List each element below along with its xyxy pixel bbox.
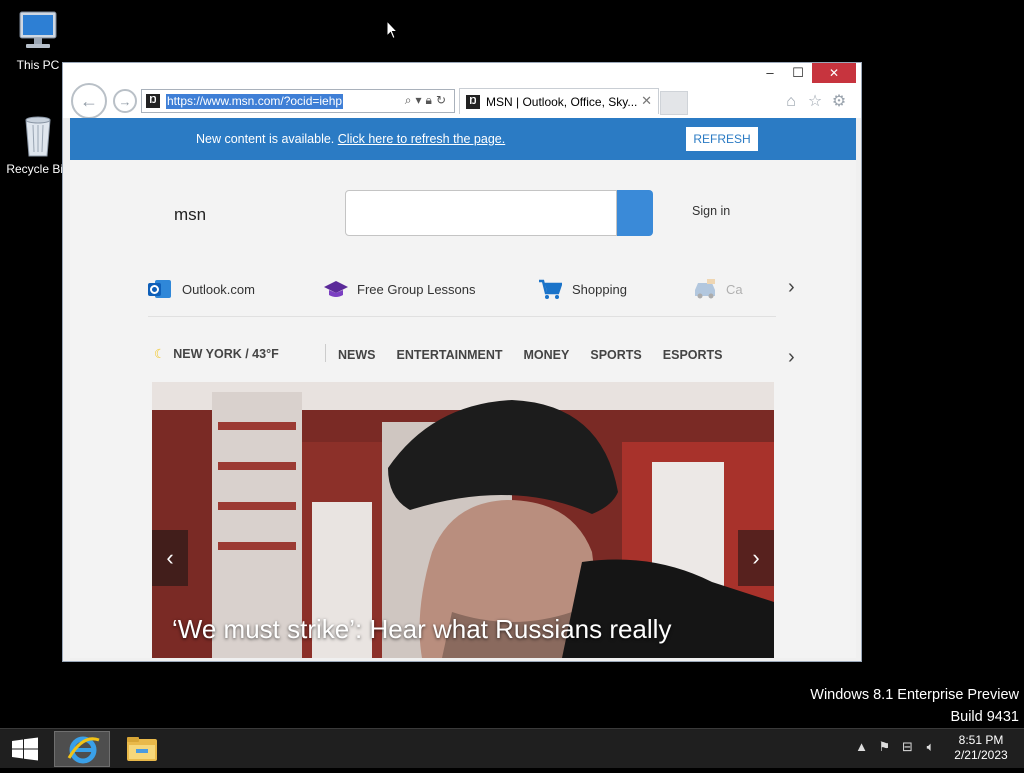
- sign-in-link[interactable]: Sign in: [692, 204, 730, 218]
- quick-link-label: Shopping: [572, 281, 627, 297]
- forward-arrow-icon: →: [118, 93, 132, 109]
- carousel-next-button[interactable]: ›: [738, 530, 774, 586]
- notification-message: New content is available. Click here to …: [196, 132, 505, 146]
- windows-logo-icon: [12, 737, 38, 761]
- address-bar-tools: ⌕▾🔒︎↻: [405, 93, 450, 108]
- action-center-flag-icon[interactable]: ⚑: [873, 739, 896, 755]
- refresh-button[interactable]: REFRESH: [686, 127, 758, 151]
- desktop: This PC Recycle Bin – ☐ ✕ ← → Ŋ https://…: [0, 0, 1024, 728]
- start-button[interactable]: [11, 737, 39, 761]
- watermark-edition: Windows 8.1 Enterprise Preview: [810, 687, 1019, 703]
- quick-link-cars[interactable]: Ca: [692, 278, 743, 300]
- internet-explorer-icon: [67, 736, 100, 764]
- forward-button[interactable]: →: [113, 89, 137, 113]
- search-input[interactable]: [345, 190, 617, 236]
- close-window-button[interactable]: ✕: [812, 63, 856, 83]
- taskbar-file-explorer[interactable]: [114, 731, 170, 767]
- category-esports[interactable]: ESPORTS: [663, 348, 723, 362]
- hero-caption[interactable]: ‘We must strike’: Hear what Russians rea…: [172, 614, 671, 645]
- outlook-icon: [148, 278, 172, 300]
- tab-title: MSN | Outlook, Office, Sky...: [486, 95, 638, 109]
- carousel-prev-button[interactable]: ‹: [152, 530, 188, 586]
- settings-gear-icon[interactable]: ⚙: [827, 91, 851, 111]
- quick-link-outlook[interactable]: Outlook.com: [148, 278, 255, 300]
- category-next-icon[interactable]: ›: [788, 346, 795, 369]
- back-button[interactable]: ←: [71, 83, 107, 119]
- address-url[interactable]: https://www.msn.com/?ocid=iehp: [166, 94, 344, 109]
- close-icon: ✕: [828, 66, 840, 80]
- navigation-bar: ← → Ŋ https://www.msn.com/?ocid=iehp ⌕▾🔒…: [63, 83, 861, 119]
- folder-icon: [127, 737, 157, 761]
- weather-text: NEW YORK / 43°F: [173, 347, 279, 361]
- system-tray: ▲ ⚑ ⊟ 🔈︎: [850, 739, 942, 755]
- quick-link-shopping[interactable]: Shopping: [538, 278, 627, 300]
- clock[interactable]: 8:51 PM 2/21/2023: [946, 733, 1016, 763]
- volume-muted-icon[interactable]: 🔈︎: [919, 739, 942, 755]
- refresh-notification-bar: New content is available. Click here to …: [70, 118, 856, 160]
- window-title-bar[interactable]: – ☐ ✕: [63, 63, 861, 85]
- chevron-right-icon: ›: [752, 545, 760, 570]
- recycle-bin-icon: [14, 112, 62, 158]
- divider: [148, 316, 776, 317]
- new-tab-button[interactable]: [660, 91, 688, 115]
- tab-favicon-icon: Ŋ: [466, 95, 480, 109]
- moon-icon: ☾: [154, 347, 166, 361]
- favorites-star-icon[interactable]: ☆: [803, 91, 827, 111]
- category-nav: NEWS ENTERTAINMENT MONEY SPORTS ESPORTS: [338, 348, 744, 362]
- browser-toolbar-icons: ⌂ ☆ ⚙: [779, 91, 851, 111]
- msn-logo[interactable]: msn: [174, 205, 206, 225]
- hero-story[interactable]: ‘We must strike’: Hear what Russians rea…: [152, 382, 774, 658]
- computer-icon: [14, 8, 62, 54]
- divider: [325, 344, 326, 362]
- search-dropdown-icon[interactable]: ⌕▾: [405, 93, 426, 107]
- shopping-cart-icon: [538, 278, 563, 300]
- windows-watermark: Windows 8.1 Enterprise Preview Build 943…: [810, 684, 1019, 728]
- network-icon[interactable]: ⊟: [896, 739, 919, 755]
- taskbar: ▲ ⚑ ⊟ 🔈︎ 8:51 PM 2/21/2023: [0, 728, 1024, 768]
- category-entertainment[interactable]: ENTERTAINMENT: [397, 348, 503, 362]
- internet-explorer-window: – ☐ ✕ ← → Ŋ https://www.msn.com/?ocid=ie…: [62, 62, 862, 662]
- msn-favicon-icon: Ŋ: [146, 94, 160, 108]
- maximize-button[interactable]: ☐: [785, 63, 811, 83]
- home-icon[interactable]: ⌂: [779, 93, 803, 111]
- car-icon: [692, 278, 716, 300]
- mouse-pointer-icon: [386, 19, 399, 45]
- watermark-build: Build 9431: [950, 709, 1019, 725]
- category-news[interactable]: NEWS: [338, 348, 376, 362]
- quick-link-label: Outlook.com: [182, 281, 255, 297]
- address-bar[interactable]: Ŋ https://www.msn.com/?ocid=iehp ⌕▾🔒︎↻: [141, 89, 455, 113]
- quick-link-label: Free Group Lessons: [357, 281, 476, 297]
- lock-icon[interactable]: 🔒︎: [426, 93, 436, 107]
- refresh-icon[interactable]: ↻: [436, 93, 450, 107]
- category-money[interactable]: MONEY: [524, 348, 570, 362]
- quick-links-next-icon[interactable]: ›: [788, 276, 795, 299]
- taskbar-internet-explorer[interactable]: [54, 731, 110, 767]
- tab-msn[interactable]: Ŋ MSN | Outlook, Office, Sky... ✕: [459, 88, 659, 114]
- category-sports[interactable]: SPORTS: [590, 348, 641, 362]
- notification-text: New content is available.: [196, 132, 335, 146]
- search-button[interactable]: [617, 190, 653, 236]
- quick-link-label: Ca: [726, 281, 743, 297]
- weather-widget[interactable]: ☾ NEW YORK / 43°F: [154, 346, 279, 361]
- minimize-button[interactable]: –: [757, 63, 783, 83]
- clock-time: 8:51 PM: [958, 733, 1004, 747]
- back-arrow-icon: ←: [80, 90, 98, 111]
- graduation-cap-icon: [323, 278, 348, 300]
- refresh-page-link[interactable]: Click here to refresh the page.: [338, 132, 505, 146]
- msn-page: New content is available. Click here to …: [70, 118, 856, 658]
- show-hidden-icons-icon[interactable]: ▲: [850, 739, 873, 754]
- chevron-left-icon: ‹: [166, 545, 174, 570]
- quick-link-free-group-lessons[interactable]: Free Group Lessons: [323, 278, 476, 300]
- tab-close-icon[interactable]: ✕: [641, 93, 652, 109]
- clock-date: 2/21/2023: [954, 748, 1008, 762]
